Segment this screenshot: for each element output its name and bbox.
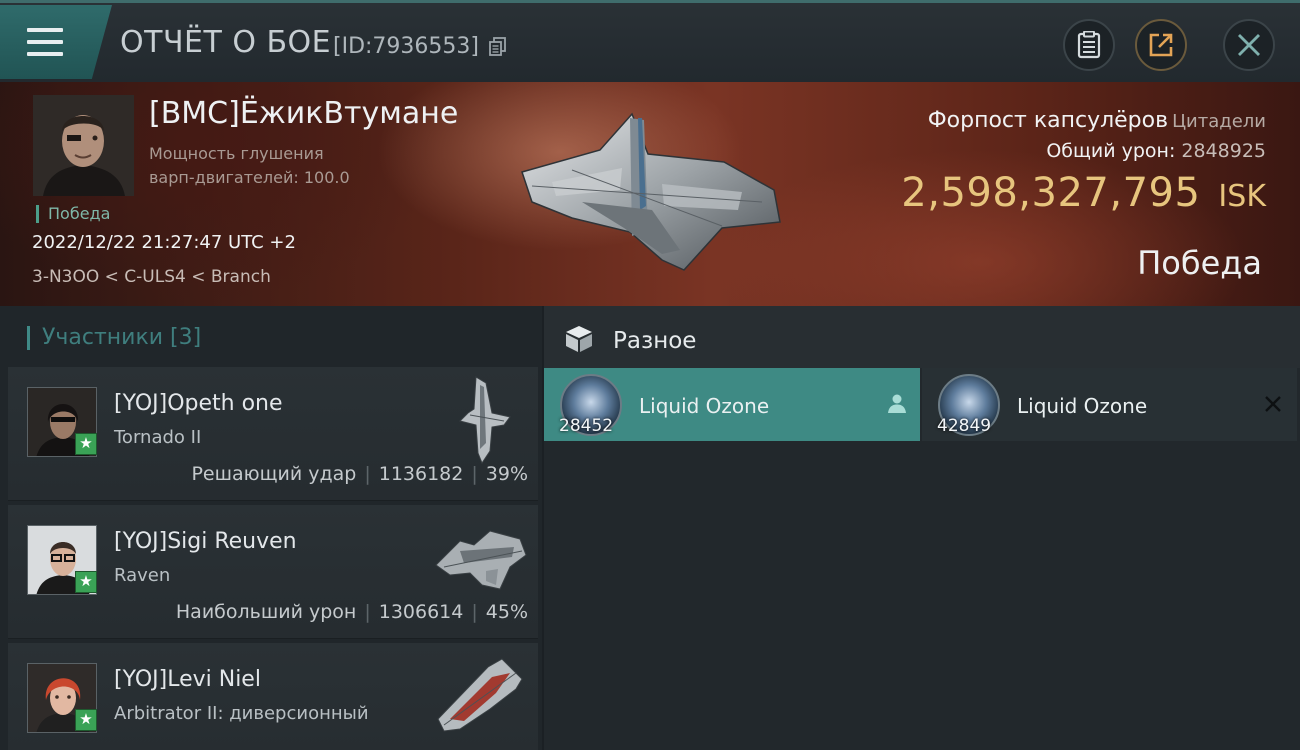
destroyed-x-icon [1265,396,1281,412]
item-dropped[interactable]: 28452 Liquid Ozone [544,368,920,441]
citadel-ship-icon[interactable] [512,110,788,275]
star-icon: ★ [75,709,97,731]
victim-pilot-name[interactable]: [BMC]ЁжикВтумане [149,96,458,131]
participant-ship: Arbitrator II: диверсионный [114,703,369,724]
ship-raven-icon [435,530,527,590]
star-icon: ★ [75,571,97,593]
participant-name[interactable]: [YOJ]Levi Niel [114,667,261,692]
item-quantity: 42849 [937,416,992,436]
pilot-portrait-icon [33,95,134,196]
kill-location[interactable]: 3-N3OO < C-ULS4 < Branch [32,267,271,287]
share-button[interactable] [1135,19,1187,71]
participant-stat-label: Решающий удар [191,463,357,485]
participant-name[interactable]: [YOJ]Opeth one [114,391,283,416]
participant-damage: 1136182 [378,463,464,485]
ship-arbitrator-icon [437,658,523,732]
victim-banner: [BMC]ЁжикВтумане Мощность глушения варп-… [0,82,1300,306]
header-bar: ОТЧЁТ О БОЕ [ID:7936553] [0,0,1300,82]
person-icon [888,394,906,413]
participant-stat-label: Наибольший урон [175,601,357,623]
item-name: Liquid Ozone [1017,394,1148,418]
warp-strength-value: варп-двигателей: 100.0 [149,168,350,187]
isk-value-line: 2,598,327,795 ISK [901,170,1266,216]
participant-damage: 1306614 [378,601,464,623]
participant-stats: Решающий удар | 1136182 | 39% [191,463,528,485]
ship-tornado-icon [459,376,511,465]
share-icon [1149,33,1173,57]
participants-title: Участники [3] [27,326,201,350]
participant-ship: Tornado II [114,427,202,448]
item-name: Liquid Ozone [639,394,770,418]
kill-datetime: 2022/12/22 21:27:47 UTC +2 [32,232,296,253]
star-icon: ★ [75,433,97,455]
victim-ship-name: Форпост капсулёров [927,108,1169,133]
close-icon [1238,34,1260,56]
victim-ship-category: Цитадели [1172,111,1266,132]
copy-icon[interactable] [489,37,507,57]
battle-result: Победа [1137,244,1262,282]
total-damage-label: Общий урон: [1046,140,1176,162]
participant-name[interactable]: [YOJ]Sigi Reuven [114,529,297,554]
menu-icon [27,28,63,56]
participant-row[interactable]: ★ [YOJ]Sigi Reuven Raven Наибольший урон… [8,505,538,639]
misc-header: Разное [544,306,1300,368]
victim-ship-line[interactable]: Форпост капсулёров Цитадели [928,108,1266,133]
warp-strength-label: Мощность глушения [149,144,324,163]
item-destroyed[interactable]: 42849 Liquid Ozone [922,368,1297,441]
participant-ship: Raven [114,565,171,586]
participant-row[interactable]: ★ [YOJ]Levi Niel Arbitrator II: диверсио… [8,643,538,750]
misc-panel: Разное 28452 Liquid Ozone 42849 Liquid O… [544,306,1300,750]
participant-row[interactable]: ★ [YOJ]Opeth one Tornado II Решающий уда… [8,367,538,501]
participants-panel: Участники [3] ★ [YOJ]Opeth one Tornado I… [0,306,542,750]
victim-avatar[interactable] [33,95,134,196]
participant-percent: 45% [485,601,528,623]
clipboard-icon [1077,31,1101,59]
misc-title: Разное [613,328,697,354]
total-damage: Общий урон: 2848925 [1046,140,1266,162]
menu-button[interactable] [0,5,112,79]
participant-stats: Наибольший урон | 1306614 | 45% [175,601,528,623]
report-id: [ID:7936553] [333,34,479,59]
page-title: ОТЧЁТ О БОЕ [120,25,332,60]
isk-unit: ISK [1218,179,1266,214]
isk-value: 2,598,327,795 [901,170,1201,216]
item-quantity: 28452 [559,416,614,436]
report-log-button[interactable] [1063,19,1115,71]
close-button[interactable] [1223,19,1275,71]
cube-icon [566,326,592,352]
participant-percent: 39% [485,463,528,485]
total-damage-value: 2848925 [1181,140,1266,162]
status-badge: Победа [36,205,110,223]
